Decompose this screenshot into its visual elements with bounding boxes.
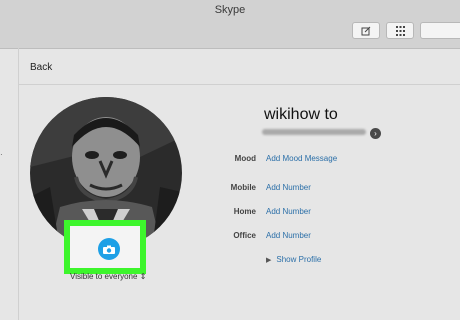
add-mobile-link[interactable]: Add Number xyxy=(266,183,311,192)
add-office-link[interactable]: Add Number xyxy=(266,231,311,240)
compose-button[interactable] xyxy=(352,22,380,39)
field-label-office: Office xyxy=(233,231,256,240)
show-profile-label: Show Profile xyxy=(276,255,322,264)
skype-id-redacted xyxy=(262,129,366,135)
visibility-selector[interactable]: Visible to everyone ⇕ xyxy=(70,272,146,281)
add-home-link[interactable]: Add Number xyxy=(266,207,311,216)
dialpad-icon xyxy=(395,25,405,36)
display-name[interactable]: wikihow to xyxy=(264,106,338,124)
header-divider xyxy=(18,84,460,85)
field-label-mobile: Mobile xyxy=(230,183,256,192)
field-label-home: Home xyxy=(233,207,256,216)
camera-icon xyxy=(103,245,115,254)
change-photo-button[interactable] xyxy=(98,238,120,260)
change-photo-highlight xyxy=(64,220,146,274)
dialpad-button[interactable] xyxy=(386,22,414,39)
add-mood-link[interactable]: Add Mood Message xyxy=(266,154,337,163)
field-label-mood: Mood xyxy=(234,154,256,163)
updown-chevron-icon: ⇕ xyxy=(139,272,147,281)
compose-icon xyxy=(361,26,371,35)
disclosure-triangle-icon: ▶ xyxy=(266,257,272,264)
search-input[interactable] xyxy=(420,22,460,39)
show-profile-toggle[interactable]: ▶ Show Profile xyxy=(266,255,321,264)
title-bar: Skype xyxy=(0,0,460,49)
arrow-right-icon[interactable]: › xyxy=(370,128,381,139)
visibility-label: Visible to everyone xyxy=(70,272,138,281)
app-title: Skype xyxy=(214,4,246,16)
back-button[interactable]: Back xyxy=(30,62,52,73)
